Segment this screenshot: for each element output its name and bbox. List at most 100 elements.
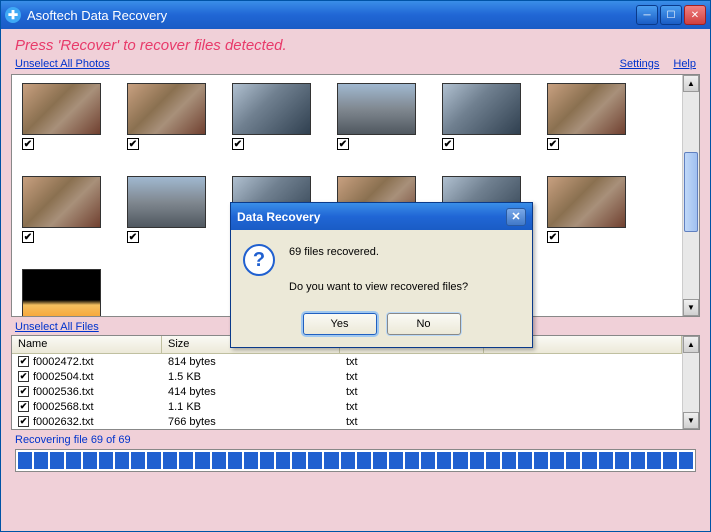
window-controls: ─ ☐ ✕ — [636, 5, 706, 25]
photo-item[interactable]: ✔ — [22, 176, 101, 243]
table-row[interactable]: ✔f0002568.txt1.1 KBtxt — [12, 399, 682, 414]
unselect-photos-link[interactable]: Unselect All Photos — [15, 58, 110, 70]
yes-button[interactable]: Yes — [303, 313, 377, 335]
progress-segment — [228, 452, 242, 469]
progress-segment — [534, 452, 548, 469]
file-checkbox[interactable]: ✔ — [18, 386, 29, 397]
table-row[interactable]: ✔f0002632.txt766 bytestxt — [12, 414, 682, 429]
settings-link[interactable]: Settings — [620, 58, 660, 70]
dialog-text: 69 files recovered. Do you want to view … — [289, 244, 468, 297]
photo-scrollbar[interactable]: ▲ ▼ — [682, 75, 699, 316]
dialog-titlebar: Data Recovery ✕ — [231, 203, 532, 230]
column-name[interactable]: Name — [12, 336, 162, 353]
files-panel: Name Size Extension ✔f0002472.txt814 byt… — [11, 335, 700, 430]
progress-segment — [131, 452, 145, 469]
cell-name: ✔f0002472.txt — [12, 356, 162, 368]
photo-thumbnail[interactable] — [127, 83, 206, 135]
photo-thumbnail[interactable] — [22, 176, 101, 228]
dialog-body: ? 69 files recovered. Do you want to vie… — [231, 230, 532, 347]
dialog-line1: 69 files recovered. — [289, 244, 468, 262]
cell-ext: txt — [340, 416, 484, 428]
photo-checkbox[interactable]: ✔ — [442, 138, 454, 150]
photo-checkbox[interactable]: ✔ — [547, 231, 559, 243]
cell-ext: txt — [340, 371, 484, 383]
progress-segment — [647, 452, 661, 469]
photo-checkbox[interactable]: ✔ — [127, 138, 139, 150]
maximize-button[interactable]: ☐ — [660, 5, 682, 25]
top-links-row: Unselect All Photos Settings Help — [15, 58, 696, 70]
scroll-track[interactable] — [683, 353, 699, 412]
help-link[interactable]: Help — [673, 58, 696, 70]
photo-item[interactable]: ✔ — [127, 83, 206, 150]
table-row[interactable]: ✔f0002536.txt414 bytestxt — [12, 384, 682, 399]
scroll-up-button[interactable]: ▲ — [683, 336, 699, 353]
dialog-close-button[interactable]: ✕ — [506, 208, 526, 226]
titlebar: ✚ Asoftech Data Recovery ─ ☐ ✕ — [1, 1, 710, 29]
progress-segment — [518, 452, 532, 469]
photo-checkbox[interactable]: ✔ — [22, 231, 34, 243]
file-checkbox[interactable]: ✔ — [18, 356, 29, 367]
photo-thumbnail[interactable] — [547, 83, 626, 135]
table-row[interactable]: ✔f0002472.txt814 bytestxt — [12, 354, 682, 369]
photo-checkbox[interactable]: ✔ — [127, 231, 139, 243]
progress-segment — [179, 452, 193, 469]
photo-item[interactable]: ✔ — [232, 83, 311, 150]
photo-item[interactable]: ✔ — [442, 83, 521, 150]
photo-item[interactable]: ✔ — [22, 83, 101, 150]
photo-thumbnail[interactable] — [22, 83, 101, 135]
question-icon: ? — [243, 244, 275, 276]
photo-thumbnail[interactable] — [127, 176, 206, 228]
photo-checkbox[interactable]: ✔ — [547, 138, 559, 150]
close-button[interactable]: ✕ — [684, 5, 706, 25]
table-row[interactable]: ✔f0002504.txt1.5 KBtxt — [12, 369, 682, 384]
progress-segment — [18, 452, 32, 469]
app-icon: ✚ — [5, 7, 21, 23]
progress-segment — [679, 452, 693, 469]
progress-segment — [663, 452, 677, 469]
progress-segment — [34, 452, 48, 469]
photo-item[interactable]: ✔ — [547, 176, 626, 243]
no-button[interactable]: No — [387, 313, 461, 335]
progress-segment — [421, 452, 435, 469]
progress-segment — [99, 452, 113, 469]
photo-item[interactable]: ✔ — [127, 176, 206, 243]
minimize-button[interactable]: ─ — [636, 5, 658, 25]
progress-segment — [615, 452, 629, 469]
table-body: ✔f0002472.txt814 bytestxt✔f0002504.txt1.… — [12, 354, 682, 429]
cell-name: ✔f0002504.txt — [12, 371, 162, 383]
progress-bar — [15, 449, 696, 472]
photo-item[interactable] — [22, 269, 101, 316]
files-scrollbar[interactable]: ▲ ▼ — [682, 336, 699, 429]
photo-checkbox[interactable]: ✔ — [337, 138, 349, 150]
unselect-files-link[interactable]: Unselect All Files — [15, 321, 99, 333]
photo-item[interactable]: ✔ — [547, 83, 626, 150]
cell-size: 814 bytes — [162, 356, 340, 368]
file-checkbox[interactable]: ✔ — [18, 416, 29, 427]
progress-segment — [599, 452, 613, 469]
progress-segment — [437, 452, 451, 469]
file-checkbox[interactable]: ✔ — [18, 401, 29, 412]
photo-row: ✔ ✔ ✔ ✔ ✔ ✔ — [22, 83, 672, 150]
photo-thumbnail[interactable] — [337, 83, 416, 135]
scroll-track[interactable] — [683, 92, 699, 299]
photo-thumbnail[interactable] — [547, 176, 626, 228]
photo-item[interactable]: ✔ — [337, 83, 416, 150]
progress-segment — [244, 452, 258, 469]
photo-checkbox[interactable]: ✔ — [232, 138, 244, 150]
photo-thumbnail[interactable] — [22, 269, 101, 316]
progress-segment — [83, 452, 97, 469]
photo-thumbnail[interactable] — [442, 83, 521, 135]
photo-checkbox[interactable]: ✔ — [22, 138, 34, 150]
scroll-thumb[interactable] — [684, 152, 698, 232]
progress-segment — [631, 452, 645, 469]
cell-size: 414 bytes — [162, 386, 340, 398]
scroll-up-button[interactable]: ▲ — [683, 75, 699, 92]
cell-name: ✔f0002632.txt — [12, 416, 162, 428]
file-checkbox[interactable]: ✔ — [18, 371, 29, 382]
scroll-down-button[interactable]: ▼ — [683, 299, 699, 316]
progress-segment — [373, 452, 387, 469]
photo-thumbnail[interactable] — [232, 83, 311, 135]
cell-name: ✔f0002536.txt — [12, 386, 162, 398]
progress-segment — [357, 452, 371, 469]
scroll-down-button[interactable]: ▼ — [683, 412, 699, 429]
